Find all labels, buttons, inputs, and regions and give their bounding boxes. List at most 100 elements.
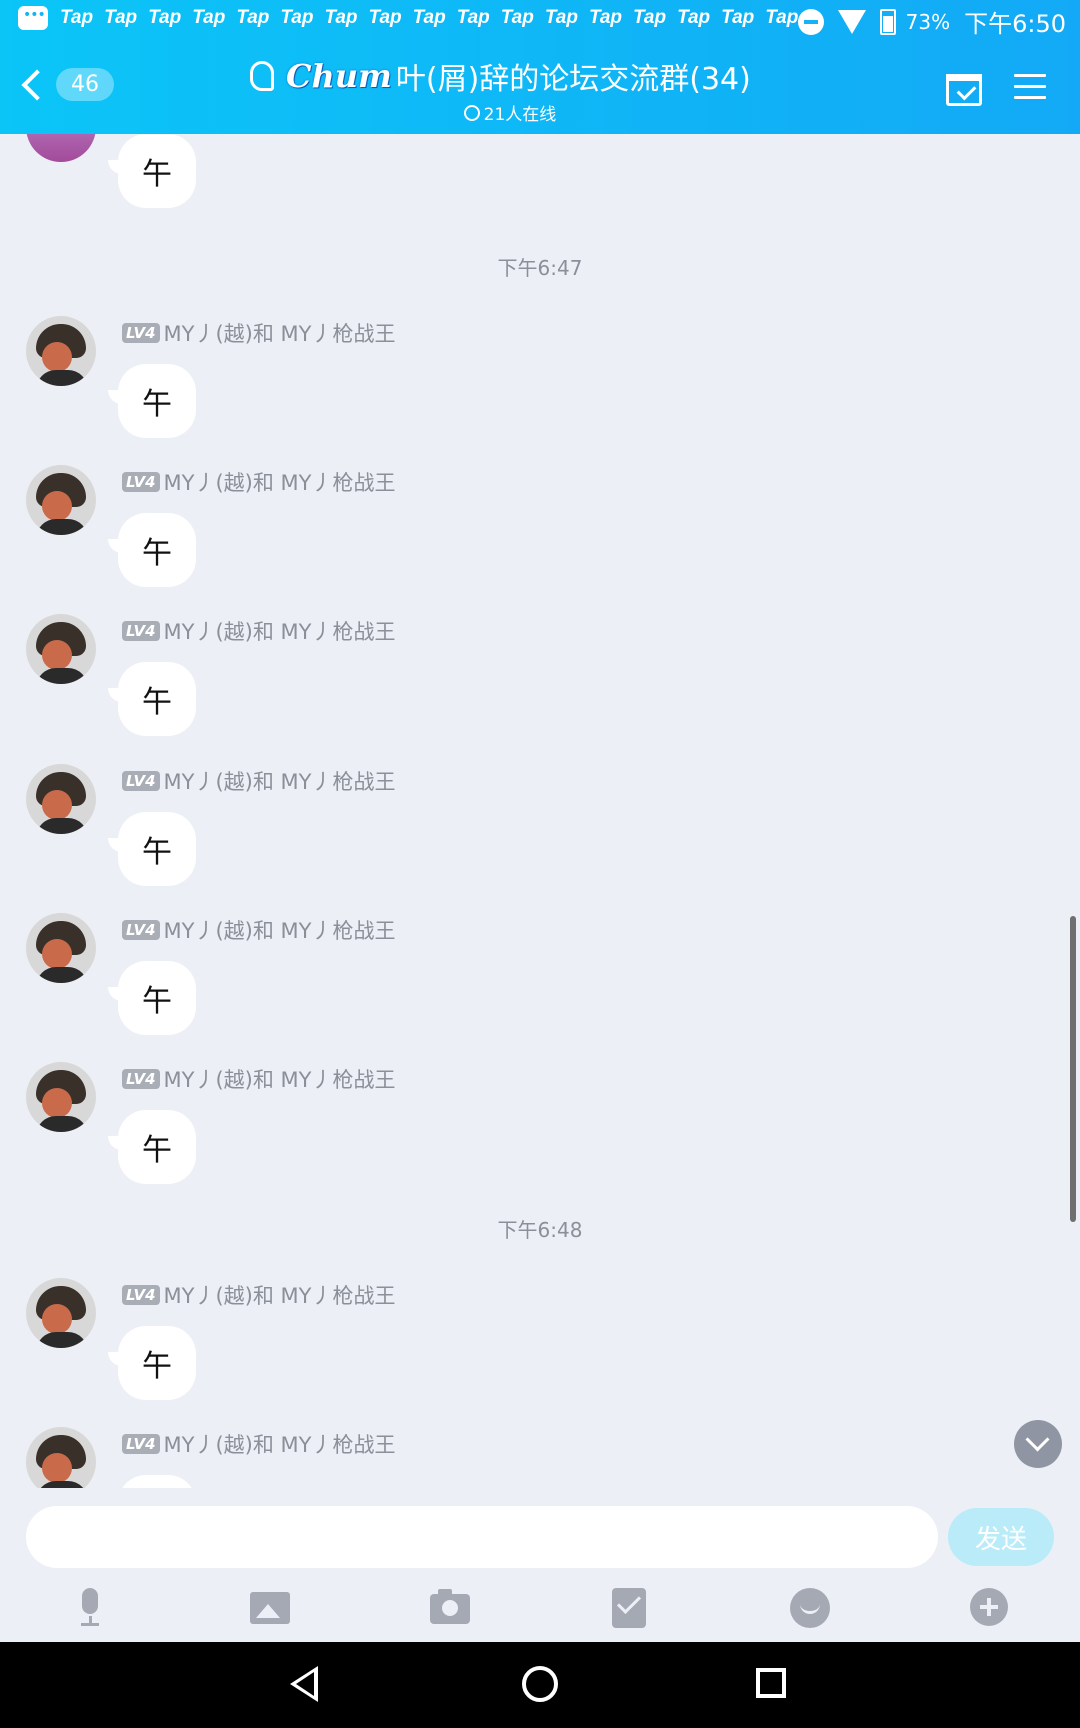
avatar[interactable] [26, 1427, 96, 1488]
tap-notification-icon: Tap [544, 7, 578, 28]
message-item: LV4 MY丿(越)和 MY丿枪战王 午 [0, 913, 1080, 1043]
tap-notification-icon: Tap [280, 7, 314, 28]
red-packet-icon[interactable] [610, 1588, 650, 1628]
tap-notification-icon: Tap [104, 7, 138, 28]
avatar[interactable] [26, 316, 96, 386]
ear-icon [250, 61, 274, 91]
message-item: LV4 MY丿(越)和 MY丿枪战王 午 [0, 764, 1080, 894]
tap-notification-icon: Tap [324, 7, 358, 28]
tap-notification-icon: Tap [588, 7, 623, 28]
app-header: Tap Tap Tap Tap Tap Tap Tap Tap Tap Tap … [0, 0, 1080, 134]
level-badge: LV4 [122, 472, 160, 492]
scroll-to-bottom-button[interactable] [1014, 1420, 1062, 1468]
level-badge: LV4 [122, 1434, 160, 1454]
message-bubble[interactable]: 午 [108, 513, 196, 587]
calendar-check-icon[interactable] [946, 74, 982, 106]
message-item: 午 [0, 134, 1080, 208]
system-indicators: 73% 下午6:50 [797, 4, 1066, 39]
tap-notification-icon: Tap [60, 7, 94, 28]
sender-name: MY丿(越)和 MY丿枪战王 [163, 1433, 396, 1457]
title-bar: 46 Chum 叶(屑)辞的论坛交流群(34) 21人在线 [0, 44, 1080, 134]
sender-name: MY丿(越)和 MY丿枪战王 [163, 1068, 396, 1092]
online-count: 21人在线 [483, 105, 557, 125]
tap-notification-icon: Tap [368, 7, 402, 28]
message-bubble[interactable]: 午 [108, 662, 196, 736]
message-bubble[interactable] [118, 1475, 196, 1488]
battery-percent: 73% [905, 9, 951, 34]
avatar[interactable] [26, 1062, 96, 1132]
tap-notification-icon: Tap [677, 7, 711, 28]
avatar[interactable] [26, 764, 96, 834]
input-toolbar [0, 1580, 1080, 1636]
sender-name: MY丿(越)和 MY丿枪战王 [163, 322, 396, 346]
plus-icon[interactable] [970, 1588, 1010, 1628]
message-notification-icon [18, 6, 48, 30]
battery-icon [879, 8, 896, 35]
tap-notification-icon: Tap [633, 7, 667, 28]
status-bar: Tap Tap Tap Tap Tap Tap Tap Tap Tap Tap … [0, 0, 1080, 44]
sender-name: MY丿(越)和 MY丿枪战王 [163, 620, 396, 644]
chum-logo: Chum [286, 57, 392, 95]
scrollbar[interactable] [1070, 916, 1076, 1222]
message-item: LV4 MY丿(越)和 MY丿枪战王 午 [0, 1278, 1080, 1408]
group-title: 叶(屑)辞的论坛交流群(34) [395, 62, 751, 97]
avatar[interactable] [26, 465, 96, 535]
unread-count-badge: 46 [56, 68, 114, 101]
level-badge: LV4 [122, 1069, 160, 1089]
level-badge: LV4 [122, 323, 160, 343]
avatar[interactable] [26, 134, 96, 162]
nav-recents-icon[interactable] [756, 1668, 786, 1698]
input-bar: 发送 [0, 1488, 1080, 1642]
message-bubble[interactable]: 午 [108, 1110, 196, 1184]
menu-icon[interactable] [1014, 74, 1046, 100]
nav-back-icon[interactable] [290, 1666, 318, 1702]
message-bubble[interactable]: 午 [108, 1326, 196, 1400]
level-badge: LV4 [122, 621, 160, 641]
tap-notification-icon: Tap [192, 7, 226, 28]
message-bubble[interactable]: 午 [108, 364, 196, 438]
image-icon[interactable] [250, 1588, 290, 1628]
tap-notification-icon: Tap [500, 7, 534, 28]
sender-name: MY丿(越)和 MY丿枪战王 [163, 770, 396, 794]
tap-notification-icon: Tap [236, 7, 270, 28]
message-item: LV4 MY丿(越)和 MY丿枪战王 [0, 1427, 1080, 1488]
time-separator: 下午6:48 [497, 1218, 583, 1242]
message-item: LV4 MY丿(越)和 MY丿枪战王 午 [0, 316, 1080, 446]
tap-notification-icon: Tap [765, 7, 799, 28]
message-item: LV4 MY丿(越)和 MY丿枪战王 午 [0, 614, 1080, 744]
sender-name: MY丿(越)和 MY丿枪战王 [163, 1284, 396, 1308]
emoji-icon[interactable] [790, 1588, 830, 1628]
back-button[interactable]: 46 [21, 68, 114, 101]
sender-name: MY丿(越)和 MY丿枪战王 [163, 471, 396, 495]
chat-history[interactable]: 午 下午6:47 LV4 MY丿(越)和 MY丿枪战王 午 LV4 MY丿(越)和 … [0, 134, 1080, 1488]
clock: 下午6:50 [964, 10, 1066, 38]
level-badge: LV4 [122, 920, 160, 940]
time-separator: 下午6:47 [497, 256, 583, 280]
message-bubble[interactable]: 午 [108, 812, 196, 886]
avatar[interactable] [26, 614, 96, 684]
wifi-icon [837, 9, 866, 34]
message-bubble[interactable]: 午 [108, 961, 196, 1035]
chat-title-area[interactable]: Chum 叶(屑)辞的论坛交流群(34) 21人在线 [250, 54, 830, 125]
tap-notification-icon: Tap [148, 7, 182, 28]
online-check-icon [463, 104, 480, 121]
tap-notification-icon: Tap [721, 7, 755, 28]
tap-notification-icon: Tap [456, 7, 490, 28]
message-input[interactable] [26, 1506, 938, 1568]
sender-name: MY丿(越)和 MY丿枪战王 [163, 919, 396, 943]
level-badge: LV4 [122, 771, 160, 791]
notification-icons: Tap Tap Tap Tap Tap Tap Tap Tap Tap Tap … [18, 6, 809, 30]
camera-icon[interactable] [430, 1588, 470, 1628]
android-nav-bar [0, 1642, 1080, 1728]
message-item: LV4 MY丿(越)和 MY丿枪战王 午 [0, 1062, 1080, 1192]
message-item: LV4 MY丿(越)和 MY丿枪战王 午 [0, 465, 1080, 595]
avatar[interactable] [26, 913, 96, 983]
avatar[interactable] [26, 1278, 96, 1348]
online-status: 21人在线 [190, 100, 830, 125]
send-button[interactable]: 发送 [948, 1508, 1054, 1566]
tap-notification-icon: Tap [412, 7, 446, 28]
nav-home-icon[interactable] [522, 1666, 558, 1702]
microphone-icon[interactable] [70, 1588, 110, 1628]
message-bubble[interactable]: 午 [108, 134, 196, 208]
level-badge: LV4 [122, 1285, 160, 1305]
